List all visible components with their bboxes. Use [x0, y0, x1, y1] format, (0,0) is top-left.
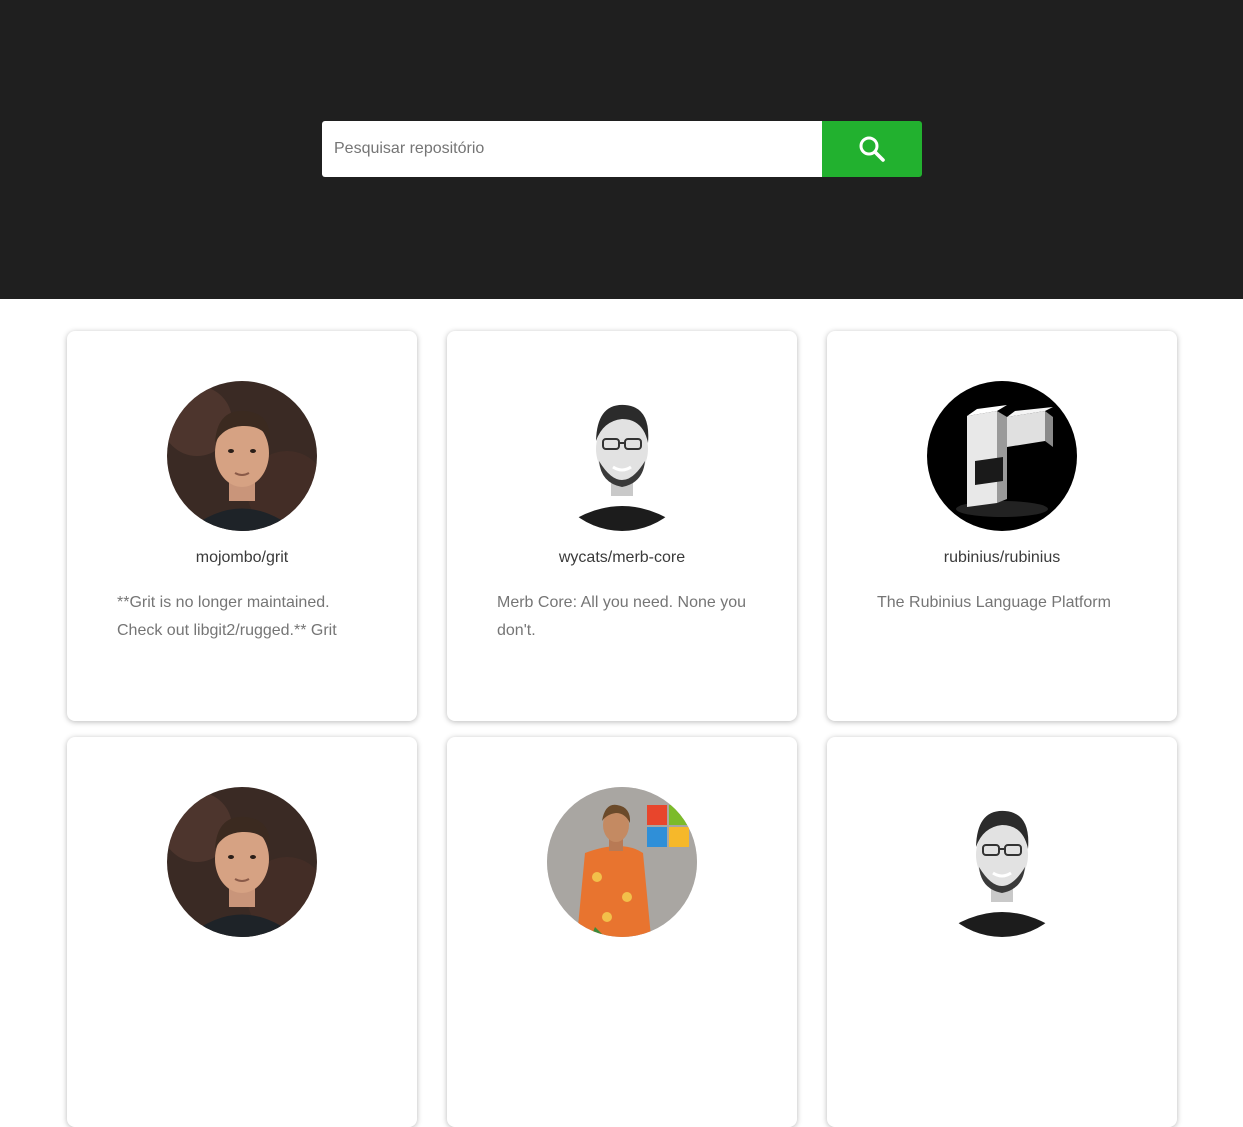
repo-description: **Grit is no longer maintained. Check ou… [117, 594, 337, 639]
avatar-photo-man-orange-shirt [547, 787, 697, 937]
repository-grid: mojombo/grit **Grit is no longer maintai… [0, 0, 1243, 1127]
repo-card[interactable] [67, 737, 417, 1127]
repo-card[interactable]: mojombo/grit **Grit is no longer maintai… [67, 331, 417, 721]
avatar [167, 381, 317, 531]
avatar-photo-man-glasses-bw [927, 787, 1077, 937]
avatar-photo-man-glasses-bw [547, 381, 697, 531]
repo-description: Merb Core: All you need. None you don't. [497, 594, 747, 639]
repo-name[interactable]: wycats/merb-core [447, 549, 797, 567]
avatar [927, 787, 1077, 937]
avatar [547, 787, 697, 937]
repo-card[interactable]: wycats/merb-core Merb Core: All you need… [447, 331, 797, 721]
repo-name[interactable]: mojombo/grit [67, 549, 417, 567]
avatar [547, 381, 697, 531]
repo-card[interactable]: rubinius/rubinius The Rubinius Language … [827, 331, 1177, 721]
avatar [167, 787, 317, 937]
repo-description: The Rubinius Language Platform [877, 594, 1111, 611]
avatar [927, 381, 1077, 531]
repo-card[interactable] [447, 737, 797, 1127]
repo-name[interactable]: rubinius/rubinius [827, 549, 1177, 567]
rubinius-logo [927, 381, 1077, 531]
avatar-photo-man-dark-background [167, 381, 317, 531]
avatar-photo-man-dark-background [167, 787, 317, 937]
repo-card[interactable] [827, 737, 1177, 1127]
